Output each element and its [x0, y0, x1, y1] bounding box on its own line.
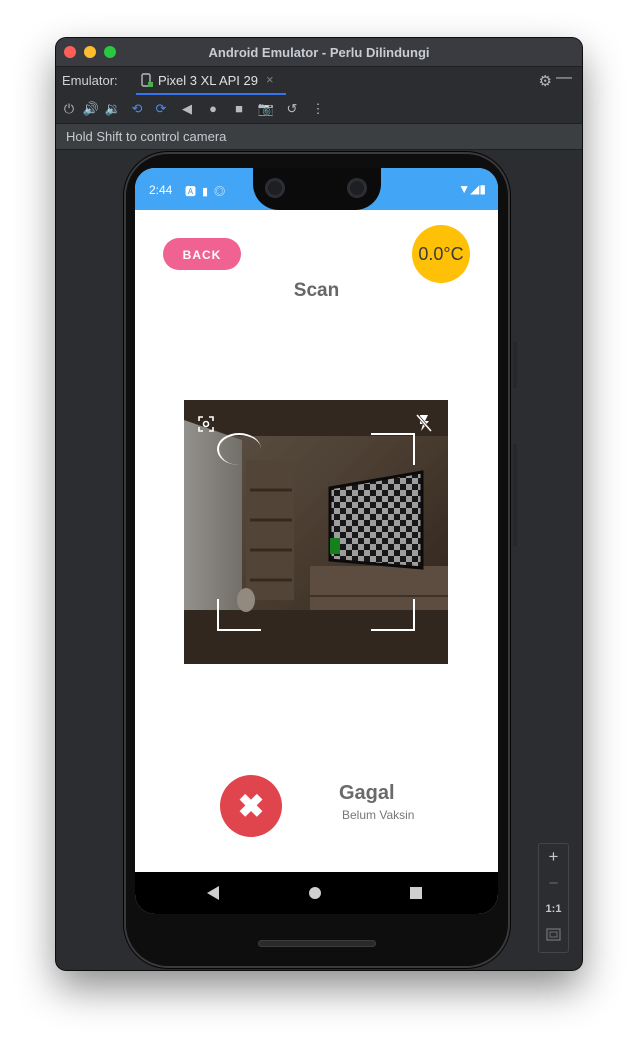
status-bar: 2:44 🅰▮◎ ▼◢▮ [135, 168, 498, 210]
status-right-icons: ▼◢▮ [458, 182, 486, 196]
sd-card-icon: ▮ [202, 186, 215, 198]
rotate-right-icon[interactable]: ⟳ [152, 100, 170, 118]
zoom-panel: + – 1:1 [538, 843, 569, 953]
overview-icon[interactable]: ■ [230, 100, 248, 118]
window-title: Android Emulator - Perlu Dilindungi [208, 45, 430, 60]
flash-off-icon[interactable] [416, 414, 432, 432]
navigation-bar [135, 872, 498, 914]
emulator-toolbar: ⏻ 🔊 🔉 ⟲ ⟳ ◀ ● ■ 📷 ↺ ⋮ [56, 95, 582, 124]
qr-scanner-view[interactable] [184, 400, 448, 664]
front-camera [347, 178, 367, 198]
snapshot-icon[interactable]: ↺ [283, 100, 301, 118]
emulator-label: Emulator: [62, 73, 118, 88]
home-icon[interactable]: ● [204, 100, 222, 118]
temperature-badge: 0.0°C [412, 225, 470, 283]
tab-label: Pixel 3 XL API 29 [158, 73, 258, 88]
zoom-out-button[interactable]: – [539, 874, 568, 891]
result-title: Gagal [339, 782, 395, 804]
title-bar: Android Emulator - Perlu Dilindungi [56, 38, 582, 67]
camera-icon[interactable]: 📷 [257, 100, 275, 118]
notification-a-icon: 🅰 [185, 186, 202, 198]
signal-icon: ◢ [470, 182, 480, 196]
battery-icon: ▮ [479, 182, 486, 196]
scan-frame-corner [371, 433, 415, 465]
front-camera [265, 178, 285, 198]
back-button[interactable]: BACK [163, 238, 241, 270]
camera-hint-bar: Hold Shift to control camera [56, 124, 582, 150]
display-notch [253, 168, 381, 210]
status-time: 2:44 [149, 183, 173, 197]
scan-frame-corner [217, 433, 261, 465]
power-icon[interactable]: ⏻ [60, 100, 78, 118]
more-icon[interactable]: ⋮ [309, 100, 327, 118]
scan-frame-corner [217, 599, 261, 631]
volume-down-icon[interactable]: 🔉 [104, 100, 122, 118]
device-icon [141, 73, 153, 87]
tab-bar: Emulator: Pixel 3 XL API 29 × ⚙ — [56, 67, 582, 95]
hide-panel-icon[interactable]: — [556, 69, 572, 87]
zoom-fit-icon[interactable] [546, 928, 561, 941]
phone-screen: 2:44 🅰▮◎ ▼◢▮ BACK 0.0°C Scan ✖ Gagal Bel… [135, 168, 498, 914]
camera-hint-text: Hold Shift to control camera [66, 129, 227, 144]
status-left-icons: 🅰▮◎ [185, 183, 231, 199]
side-button-power[interactable] [513, 342, 517, 388]
fail-status-icon: ✖ [220, 775, 282, 837]
rotate-left-icon[interactable]: ⟲ [128, 100, 146, 118]
nav-recents-icon[interactable] [410, 887, 422, 899]
page-title: Scan [293, 280, 340, 301]
nav-home-icon[interactable] [309, 887, 321, 899]
scan-frame-corner [371, 599, 415, 631]
zoom-in-button[interactable]: + [539, 847, 568, 867]
back-icon[interactable]: ◀ [178, 100, 196, 118]
volume-up-icon[interactable]: 🔊 [82, 100, 100, 118]
bottom-speaker [258, 940, 376, 947]
switch-camera-icon[interactable] [198, 416, 214, 432]
side-button-volume[interactable] [513, 444, 517, 546]
wifi-icon: ▼ [458, 182, 471, 196]
zoom-actual-size-button[interactable]: 1:1 [539, 903, 568, 915]
tab-pixel-3-xl[interactable]: Pixel 3 XL API 29 × [136, 67, 286, 95]
close-icon: ✖ [237, 788, 265, 824]
tab-close-icon[interactable]: × [266, 72, 274, 87]
nav-back-icon[interactable] [207, 886, 219, 900]
sync-icon: ◎ [214, 186, 232, 198]
gear-icon[interactable]: ⚙ [539, 72, 552, 90]
result-subtitle: Belum Vaksin [342, 808, 415, 822]
